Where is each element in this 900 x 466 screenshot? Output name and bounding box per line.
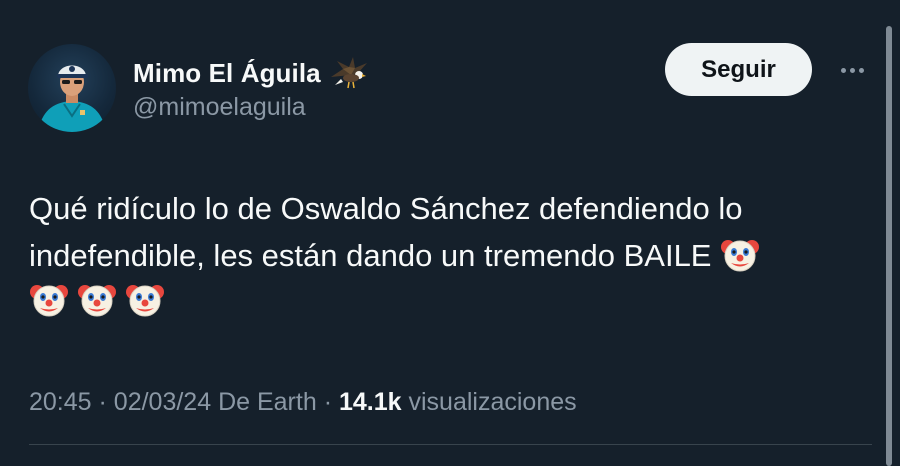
tweet-meta: 20:45 · 02/03/24 De Earth · 14.1k visual… xyxy=(29,388,577,417)
more-horizontal-icon xyxy=(858,67,864,73)
avatar[interactable] xyxy=(28,44,116,132)
tweet-date[interactable]: 02/03/24 xyxy=(114,388,211,416)
author-handle[interactable]: @mimoelaguila xyxy=(133,93,306,122)
divider xyxy=(29,444,872,445)
author-display-name[interactable]: Mimo El Águila xyxy=(133,58,321,89)
author-name-row[interactable]: Mimo El Águila xyxy=(133,55,369,91)
clown-face-icon xyxy=(720,235,760,275)
more-horizontal-icon xyxy=(849,67,855,73)
follow-button[interactable]: Seguir xyxy=(665,43,812,96)
clown-face-icon xyxy=(125,280,165,320)
tweet-text: Qué ridículo lo de Oswaldo Sánchez defen… xyxy=(29,185,849,279)
avatar-photo xyxy=(38,65,106,132)
tweet-text-line: Qué ridículo lo de Oswaldo Sánchez defen… xyxy=(29,191,743,226)
emoji-row xyxy=(29,280,165,320)
eagle-icon xyxy=(329,55,369,91)
meta-separator: · xyxy=(98,388,107,416)
more-options-button[interactable] xyxy=(832,58,872,82)
more-horizontal-icon xyxy=(840,67,846,73)
scrollbar[interactable] xyxy=(886,26,892,466)
tweet-text-fragment: indefendible, les están dando un tremend… xyxy=(29,238,712,273)
views-label: visualizaciones xyxy=(408,388,577,416)
meta-separator: · xyxy=(323,388,333,416)
tweet-text-line: indefendible, les están dando un tremend… xyxy=(29,232,849,279)
tweet-source: De Earth xyxy=(218,388,317,416)
clown-face-icon xyxy=(77,280,117,320)
views-count[interactable]: 14.1k xyxy=(339,388,402,416)
tweet-card: Mimo El Águila @mimoelaguila Seguir Qué … xyxy=(0,0,900,466)
clown-face-icon xyxy=(29,280,69,320)
tweet-time[interactable]: 20:45 xyxy=(29,388,92,416)
